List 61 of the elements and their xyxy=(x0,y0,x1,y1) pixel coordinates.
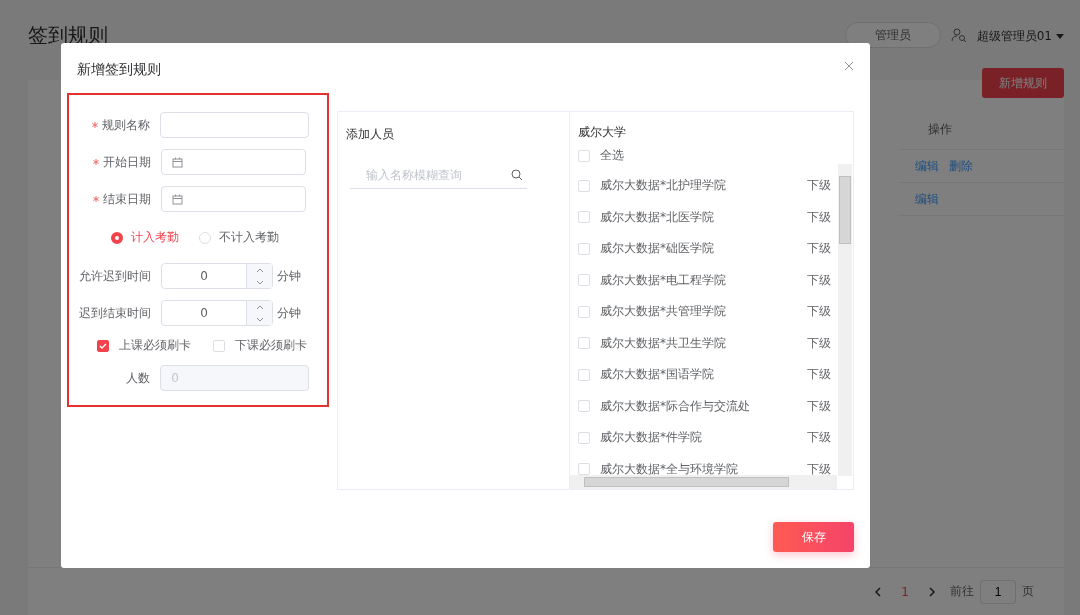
department-name: 威尔大数据*础医学院 xyxy=(600,240,714,258)
panel-title: 添加人员 xyxy=(346,126,395,143)
sub-level-link[interactable]: 下级 xyxy=(807,334,831,352)
department-name: 威尔大数据*国语学院 xyxy=(600,366,714,384)
sub-level-link[interactable]: 下级 xyxy=(807,177,831,195)
dialog-title: 新增签到规则 xyxy=(77,61,161,79)
panel-title: 威尔大学 xyxy=(578,124,627,141)
radio-button[interactable] xyxy=(111,231,123,244)
search-icon[interactable] xyxy=(511,168,523,181)
unit-label: 分钟 xyxy=(277,267,301,285)
horizontal-scrollbar[interactable] xyxy=(570,475,837,489)
checkbox-label: 上课必须刷卡 xyxy=(119,337,191,354)
next-page-icon[interactable] xyxy=(929,586,936,597)
radio-label: 计入考勤 xyxy=(131,229,179,246)
sub-level-link[interactable]: 下级 xyxy=(807,460,831,478)
department-name: 威尔大数据*件学院 xyxy=(600,429,702,447)
department-name: 威尔大数据*共卫生学院 xyxy=(600,334,726,352)
user-menu[interactable]: 超级管理员01 xyxy=(976,22,1064,51)
save-button[interactable]: 保存 xyxy=(773,522,854,552)
department-name: 威尔大数据*全与环境学院 xyxy=(600,460,738,478)
department-name: 威尔大数据*电工程学院 xyxy=(600,271,726,289)
page-unit: 页 xyxy=(1022,583,1034,600)
department-name: 威尔大数据*北护理学院 xyxy=(600,177,726,195)
department-name: 威尔大数据*北医学院 xyxy=(600,208,714,226)
number-field[interactable]: 0 xyxy=(161,263,273,289)
user-search-icon[interactable] xyxy=(950,27,967,43)
role-button[interactable]: 管理员 xyxy=(844,22,941,48)
close-icon[interactable] xyxy=(844,61,854,71)
unit-label: 分钟 xyxy=(277,304,301,322)
date-field[interactable] xyxy=(161,149,306,175)
department-name: 威尔大数据*际合作与交流处 xyxy=(600,397,750,415)
goto-label: 前往 xyxy=(950,583,974,600)
radio-label: 不计入考勤 xyxy=(219,229,279,246)
sub-level-link[interactable]: 下级 xyxy=(807,208,831,226)
column-header: 操作 xyxy=(928,121,952,138)
sub-level-link[interactable]: 下级 xyxy=(807,429,831,447)
vertical-scrollbar[interactable] xyxy=(838,164,852,476)
field-label: 迟到结束时间 xyxy=(79,304,151,322)
page-input[interactable]: 1 xyxy=(980,579,1016,604)
department-name: 威尔大数据*共管理学院 xyxy=(600,303,726,321)
field-label: 结束日期 xyxy=(103,190,151,208)
field-label: 开始日期 xyxy=(103,153,151,171)
previous-page-icon[interactable] xyxy=(874,586,882,597)
field-label: 允许迟到时间 xyxy=(79,267,151,285)
checkbox[interactable] xyxy=(97,339,109,352)
caret-icon[interactable] xyxy=(1056,34,1064,39)
calendar-icon xyxy=(172,193,183,205)
checkbox-label: 全选 xyxy=(600,147,624,164)
sub-level-link[interactable]: 下级 xyxy=(807,271,831,289)
sub-level-link[interactable]: 下级 xyxy=(807,397,831,415)
sub-level-link[interactable]: 下级 xyxy=(807,366,831,384)
sub-level-link[interactable]: 下级 xyxy=(807,303,831,321)
date-field[interactable] xyxy=(161,186,306,212)
calendar-icon xyxy=(172,156,183,168)
field-label: 规则名称 xyxy=(102,116,151,134)
field-label: 人数 xyxy=(125,369,151,387)
search-field[interactable]: 输入名称模糊查询 xyxy=(364,166,504,183)
input-field[interactable] xyxy=(160,112,309,138)
sub-level-link[interactable]: 下级 xyxy=(807,240,831,258)
checkbox-label: 下课必须刷卡 xyxy=(235,337,307,354)
number-field[interactable]: 0 xyxy=(161,300,273,326)
